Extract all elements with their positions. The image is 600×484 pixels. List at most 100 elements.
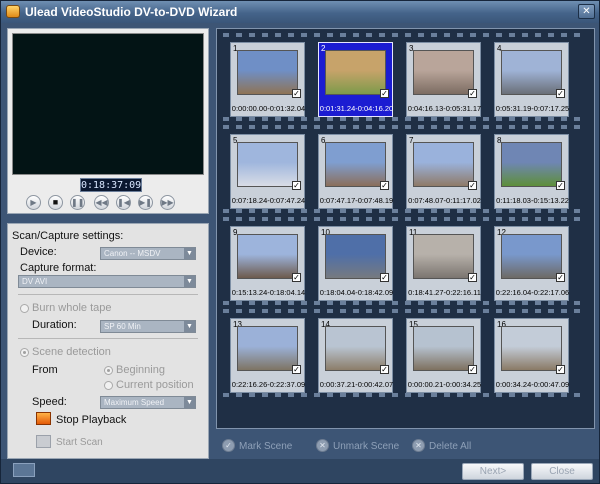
scene-checkbox[interactable]: ✓ — [380, 89, 389, 98]
scene-checkbox[interactable]: ✓ — [556, 273, 565, 282]
speed-dropdown[interactable]: Maximum Speed ▼ — [100, 396, 196, 409]
film-perforation — [236, 309, 242, 313]
film-perforation — [301, 125, 307, 129]
next-button[interactable]: Next> — [462, 463, 524, 480]
chevron-down-icon: ▼ — [184, 248, 195, 259]
chevron-down-icon: ▼ — [184, 397, 195, 408]
film-perforation — [535, 217, 541, 221]
scene-detection-radio[interactable] — [20, 348, 29, 357]
film-perforation — [431, 33, 437, 37]
film-perforation — [275, 33, 281, 37]
scene-thumbnail[interactable]: 12 ✓ 0:22:16.04-0:22:17.06 — [494, 226, 569, 301]
scene-thumbnail[interactable]: 4 ✓ 0:05:31.19-0:07:17.25 — [494, 42, 569, 117]
scene-image — [413, 326, 474, 371]
stop-playback-button[interactable]: Stop Playback — [56, 414, 126, 426]
scene-checkbox[interactable]: ✓ — [292, 89, 301, 98]
rewind-button[interactable]: ◀◀ — [94, 195, 109, 210]
scene-checkbox[interactable]: ✓ — [380, 273, 389, 282]
start-scan-button[interactable]: Start Scan — [56, 437, 103, 448]
film-perforation — [327, 309, 333, 313]
step-forward-button[interactable]: ▶❚ — [138, 195, 153, 210]
film-perforation — [548, 393, 554, 397]
film-perforation — [262, 217, 268, 221]
rewind-icon: ◀◀ — [95, 198, 108, 207]
scene-thumbnail[interactable]: 6 ✓ 0:07:47.17-0:07:48.19 — [318, 134, 393, 209]
film-perforation — [366, 393, 372, 397]
film-perforation — [405, 33, 411, 37]
scene-thumbnail[interactable]: 11 ✓ 0:18:41.27-0:22:16.11 — [406, 226, 481, 301]
from-beginning-label: Beginning — [116, 364, 165, 376]
scene-timecode: 0:18:41.27-0:22:16.11 — [408, 288, 481, 297]
close-window-button[interactable]: ✕ — [578, 4, 595, 19]
device-dropdown[interactable]: Canon -- MSDV ▼ — [100, 247, 196, 260]
duration-label: Duration: — [32, 319, 77, 331]
burn-whole-tape-label: Burn whole tape — [32, 302, 112, 314]
scene-checkbox[interactable]: ✓ — [380, 365, 389, 374]
film-perforation — [327, 125, 333, 129]
scene-checkbox[interactable]: ✓ — [468, 365, 477, 374]
unmark-scene-button[interactable]: Unmark Scene — [333, 441, 399, 452]
capture-format-dropdown[interactable]: DV AVI ▼ — [18, 275, 196, 288]
delete-all-button[interactable]: Delete All — [429, 441, 471, 452]
chevron-down-icon: ▼ — [184, 321, 195, 332]
film-perforation — [223, 217, 229, 221]
film-perforation — [496, 309, 502, 313]
stop-playback-icon — [36, 412, 51, 425]
film-perforation — [470, 125, 476, 129]
duration-dropdown[interactable]: SP 60 Min ▼ — [100, 320, 196, 333]
scene-checkbox[interactable]: ✓ — [468, 89, 477, 98]
scene-checkbox[interactable]: ✓ — [556, 181, 565, 190]
scene-thumbnail[interactable]: 10 ✓ 0:18:04.04-0:18:42.09 — [318, 226, 393, 301]
scene-thumbnail[interactable]: 1 ✓ 0:00:00.00-0:01:32.04 — [230, 42, 305, 117]
scene-timecode: 0:07:47.17-0:07:48.19 — [319, 196, 394, 205]
film-perforation — [314, 117, 320, 121]
mark-scene-button[interactable]: Mark Scene — [239, 441, 292, 452]
film-perforation — [223, 33, 229, 37]
film-perforation — [288, 217, 294, 221]
scene-thumbnail[interactable]: 3 ✓ 0:04:16.13-0:05:31.17 — [406, 42, 481, 117]
film-perforation — [548, 117, 554, 121]
scene-thumbnail[interactable]: 5 ✓ 0:07:18.24-0:07:47.24 — [230, 134, 305, 209]
film-perforation — [249, 125, 255, 129]
film-perforation — [275, 309, 281, 313]
scene-timecode: 0:05:31.19-0:07:17.25 — [495, 104, 570, 113]
scene-thumbnail[interactable]: 2 ✓ 0:01:31.24-0:04:16.20 — [318, 42, 393, 117]
close-button[interactable]: Close — [531, 463, 593, 480]
scene-checkbox[interactable]: ✓ — [292, 365, 301, 374]
film-perforation — [418, 125, 424, 129]
film-perforation — [483, 209, 489, 213]
scene-thumbnail[interactable]: 9 ✓ 0:15:13.24-0:18:04.14 — [230, 226, 305, 301]
scene-checkbox[interactable]: ✓ — [380, 181, 389, 190]
scene-thumbnail[interactable]: 8 ✓ 0:11:18.03-0:15:13.22 — [494, 134, 569, 209]
pause-button[interactable]: ❚❚ — [70, 195, 85, 210]
stop-button[interactable]: ■ — [48, 195, 63, 210]
scene-checkbox[interactable]: ✓ — [556, 365, 565, 374]
film-perforation — [574, 33, 580, 37]
play-button[interactable]: ▶ — [26, 195, 41, 210]
scene-checkbox[interactable]: ✓ — [292, 273, 301, 282]
from-beginning-radio[interactable] — [104, 366, 113, 375]
film-perforation — [418, 217, 424, 221]
scene-checkbox[interactable]: ✓ — [292, 181, 301, 190]
burn-whole-tape-radio[interactable] — [20, 304, 29, 313]
scene-checkbox[interactable]: ✓ — [468, 273, 477, 282]
options-icon[interactable] — [13, 463, 35, 477]
scene-image — [413, 142, 474, 187]
scene-checkbox[interactable]: ✓ — [556, 89, 565, 98]
from-current-position-radio[interactable] — [104, 381, 113, 390]
scene-thumbnail[interactable]: 13 ✓ 0:22:16.26-0:22:37.09 — [230, 318, 305, 393]
scene-timecode: 0:18:04.04-0:18:42.09 — [319, 288, 394, 297]
scene-thumbnail[interactable]: 16 ✓ 0:00:34.24-0:00:47.09 — [494, 318, 569, 393]
film-perforation — [431, 309, 437, 313]
scene-thumbnail[interactable]: 7 ✓ 0:07:48.07-0:11:17.02 — [406, 134, 481, 209]
film-perforation — [314, 301, 320, 305]
film-perforation — [418, 309, 424, 313]
scene-thumbnail[interactable]: 14 ✓ 0:00:37.21-0:00:42.07 — [318, 318, 393, 393]
device-value: Canon -- MSDV — [104, 249, 161, 258]
scene-thumbnail[interactable]: 15 ✓ 0:00:00.21-0:00:34.25 — [406, 318, 481, 393]
fast-forward-button[interactable]: ▶▶ — [160, 195, 175, 210]
step-back-button[interactable]: ❚◀ — [116, 195, 131, 210]
film-perforation — [340, 309, 346, 313]
film-perforation — [405, 301, 411, 305]
scene-checkbox[interactable]: ✓ — [468, 181, 477, 190]
